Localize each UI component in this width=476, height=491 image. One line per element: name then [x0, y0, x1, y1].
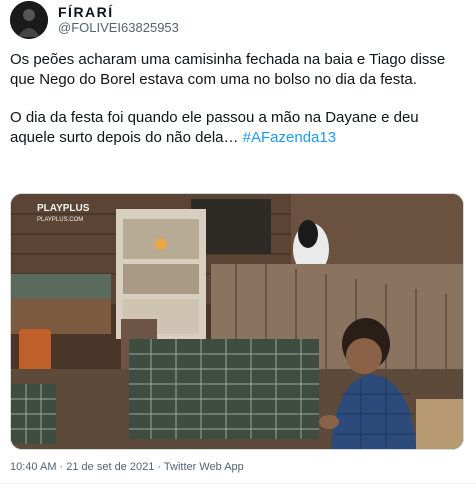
hashtag-link[interactable]: #AFazenda13 — [243, 129, 336, 146]
tweet-paragraph: O dia da festa foi quando ele passou a m… — [10, 108, 466, 148]
tweet-header: FÍRARÍ @FOLIVEI63825953 — [10, 0, 179, 40]
tweet-paragraph-text: O dia da festa foi quando ele passou a m… — [10, 109, 419, 146]
tweet-paragraph: Os peões acharam uma camisinha fechada n… — [10, 51, 446, 88]
media-photo — [11, 194, 463, 449]
divider — [0, 483, 476, 484]
tweet-text: Os peões acharam uma camisinha fechada n… — [10, 50, 466, 166]
tweet-timestamp[interactable]: 10:40 AM · 21 de set de 2021 · Twitter W… — [10, 461, 244, 473]
avatar-image — [10, 1, 48, 39]
watermark-subtext: PLAYPLUS.COM — [37, 217, 84, 223]
watermark-text: PLAYPLUS — [37, 203, 90, 214]
media-watermark: PLAYPLUS PLAYPLUS.COM — [37, 204, 89, 225]
avatar[interactable] — [10, 1, 48, 39]
display-name[interactable]: FÍRARÍ — [58, 4, 179, 20]
tweet-media-image[interactable]: PLAYPLUS PLAYPLUS.COM — [10, 193, 464, 450]
user-handle[interactable]: @FOLIVEI63825953 — [58, 20, 179, 36]
